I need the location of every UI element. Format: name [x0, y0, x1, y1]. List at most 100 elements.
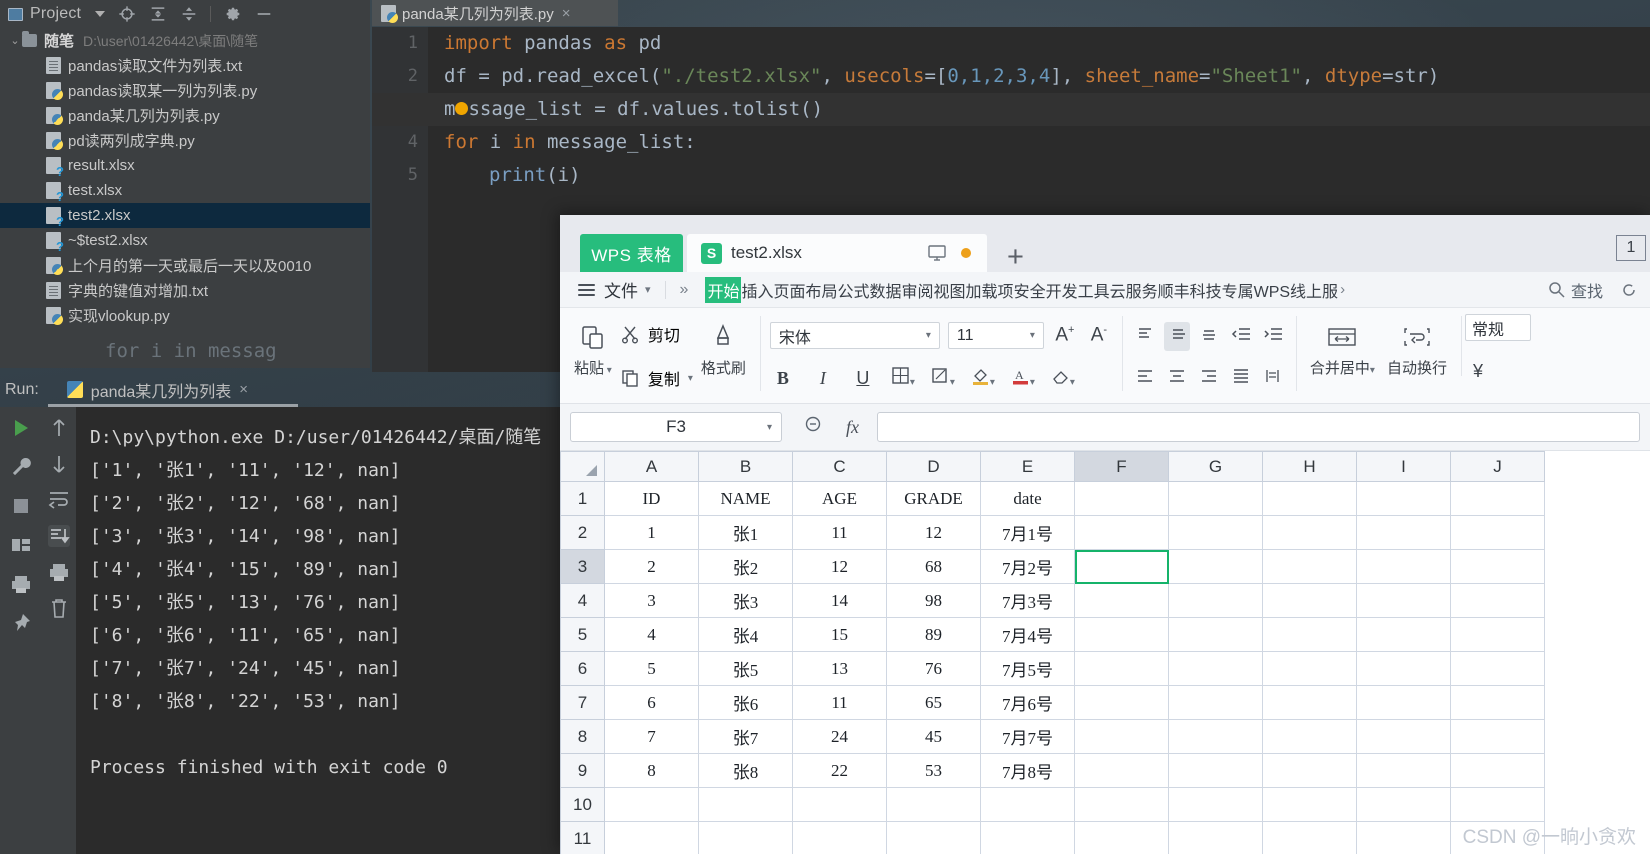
align-right-button[interactable]: [1196, 367, 1222, 390]
column-header-e[interactable]: E: [980, 451, 1075, 482]
table-row[interactable]: 3 2 张2 12 68 7月2号: [560, 549, 1545, 584]
formula-input[interactable]: [877, 412, 1640, 442]
cell-f4[interactable]: [1074, 583, 1169, 618]
cell-i11[interactable]: [1356, 821, 1451, 854]
format-painter-button[interactable]: 格式刷: [695, 316, 752, 382]
cell-h1[interactable]: [1262, 481, 1357, 516]
stop-icon[interactable]: [10, 495, 32, 517]
cell-e4[interactable]: 7月3号: [980, 583, 1075, 618]
number-format-select[interactable]: 常规: [1464, 314, 1531, 341]
cell-c1[interactable]: AGE: [792, 481, 887, 516]
cell-b5[interactable]: 张4: [698, 617, 793, 652]
cell-g10[interactable]: [1168, 787, 1263, 822]
cell-i8[interactable]: [1356, 719, 1451, 754]
list-item[interactable]: 字典的键值对增加.txt: [0, 278, 370, 303]
cell-g8[interactable]: [1168, 719, 1263, 754]
chevron-expanded-icon[interactable]: ⌄: [8, 34, 22, 47]
cell-h8[interactable]: [1262, 719, 1357, 754]
cell-c7[interactable]: 11: [792, 685, 887, 720]
cell-i6[interactable]: [1356, 651, 1451, 686]
align-center-button[interactable]: [1164, 367, 1190, 390]
row-header-2[interactable]: 2: [560, 515, 605, 550]
cell-j1[interactable]: [1450, 481, 1545, 516]
cell-e2[interactable]: 7月1号: [980, 515, 1075, 550]
list-item[interactable]: 上个月的第一天或最后一天以及0010: [0, 253, 370, 278]
table-row[interactable]: 10: [560, 787, 1545, 822]
cell-a10[interactable]: [604, 787, 699, 822]
cut-button[interactable]: 剪切: [620, 322, 693, 346]
table-row[interactable]: 11: [560, 821, 1545, 854]
cell-f11[interactable]: [1074, 821, 1169, 854]
cell-a9[interactable]: 8: [604, 753, 699, 788]
cell-j7[interactable]: [1450, 685, 1545, 720]
cell-g3[interactable]: [1168, 549, 1263, 584]
list-item[interactable]: pandas读取某一列为列表.py: [0, 78, 370, 103]
cell-h9[interactable]: [1262, 753, 1357, 788]
cell-c8[interactable]: 24: [792, 719, 887, 754]
cell-i1[interactable]: [1356, 481, 1451, 516]
cell-b4[interactable]: 张3: [698, 583, 793, 618]
tab-developer-tools[interactable]: 开发工具: [1046, 278, 1110, 302]
font-name-select[interactable]: 宋体 ▾: [769, 322, 940, 349]
cell-g4[interactable]: [1168, 583, 1263, 618]
find-button[interactable]: 查找: [1548, 278, 1650, 302]
cell-a6[interactable]: 5: [604, 651, 699, 686]
cell-d2[interactable]: 12: [886, 515, 981, 550]
cell-g1[interactable]: [1168, 481, 1263, 516]
merge-center-button[interactable]: 合并居中▾: [1304, 316, 1381, 382]
wrench-icon[interactable]: [10, 456, 32, 478]
fx-label[interactable]: fx: [846, 417, 859, 438]
cell-h4[interactable]: [1262, 583, 1357, 618]
cell-b7[interactable]: 张6: [698, 685, 793, 720]
increase-indent-button[interactable]: [1260, 325, 1286, 348]
insert-function-minus-icon[interactable]: [804, 415, 824, 440]
italic-button[interactable]: I: [810, 368, 836, 389]
cell-b6[interactable]: 张5: [698, 651, 793, 686]
cell-e9[interactable]: 7月8号: [980, 753, 1075, 788]
cell-c4[interactable]: 14: [792, 583, 887, 618]
cell-b2[interactable]: 张1: [698, 515, 793, 550]
cell-f3-selected[interactable]: [1074, 549, 1169, 584]
paste-button[interactable]: 粘贴 ▾: [568, 316, 618, 382]
cell-a4[interactable]: 3: [604, 583, 699, 618]
chevron-right-icon[interactable]: ›: [1340, 281, 1345, 298]
cell-f6[interactable]: [1074, 651, 1169, 686]
window-count-badge[interactable]: 1: [1616, 235, 1646, 261]
font-size-select[interactable]: 11 ▾: [947, 322, 1044, 349]
justify-button[interactable]: [1228, 367, 1254, 390]
cell-h5[interactable]: [1262, 617, 1357, 652]
down-arrow-icon[interactable]: [48, 453, 70, 475]
cell-d1[interactable]: GRADE: [886, 481, 981, 516]
layout-icon[interactable]: [10, 534, 32, 556]
tab-formula[interactable]: 公式: [837, 278, 869, 302]
close-icon[interactable]: ×: [562, 5, 571, 22]
decrease-indent-button[interactable]: [1228, 325, 1254, 348]
cell-e5[interactable]: 7月4号: [980, 617, 1075, 652]
cell-c9[interactable]: 22: [792, 753, 887, 788]
cell-j2[interactable]: [1450, 515, 1545, 550]
tab-cloud-service[interactable]: 云服务: [1110, 278, 1158, 302]
menu-file-button[interactable]: 文件: [604, 277, 638, 302]
cell-d6[interactable]: 76: [886, 651, 981, 686]
cell-f10[interactable]: [1074, 787, 1169, 822]
bold-button[interactable]: B: [770, 368, 796, 389]
cell-style-button[interactable]: ▾: [930, 366, 956, 390]
project-tree[interactable]: ⌄ 随笔 D:\user\01426442\桌面\随笔 pandas读取文件为列…: [0, 28, 370, 368]
column-header-f[interactable]: F: [1074, 451, 1169, 482]
cell-i5[interactable]: [1356, 617, 1451, 652]
underline-button[interactable]: U: [850, 368, 876, 389]
cell-g5[interactable]: [1168, 617, 1263, 652]
column-header-g[interactable]: G: [1168, 451, 1263, 482]
cell-j8[interactable]: [1450, 719, 1545, 754]
font-color-button[interactable]: A ▾: [1010, 366, 1036, 390]
cell-e6[interactable]: 7月5号: [980, 651, 1075, 686]
list-item[interactable]: result.xlsx: [0, 153, 370, 178]
row-header-10[interactable]: 10: [560, 787, 605, 822]
document-tab-test2[interactable]: S test2.xlsx: [687, 234, 987, 272]
column-header-c[interactable]: C: [792, 451, 887, 482]
cell-b9[interactable]: 张8: [698, 753, 793, 788]
cell-j9[interactable]: [1450, 753, 1545, 788]
cell-g2[interactable]: [1168, 515, 1263, 550]
tab-start[interactable]: 开始: [705, 276, 742, 303]
chevron-down-icon[interactable]: ▾: [767, 422, 772, 433]
